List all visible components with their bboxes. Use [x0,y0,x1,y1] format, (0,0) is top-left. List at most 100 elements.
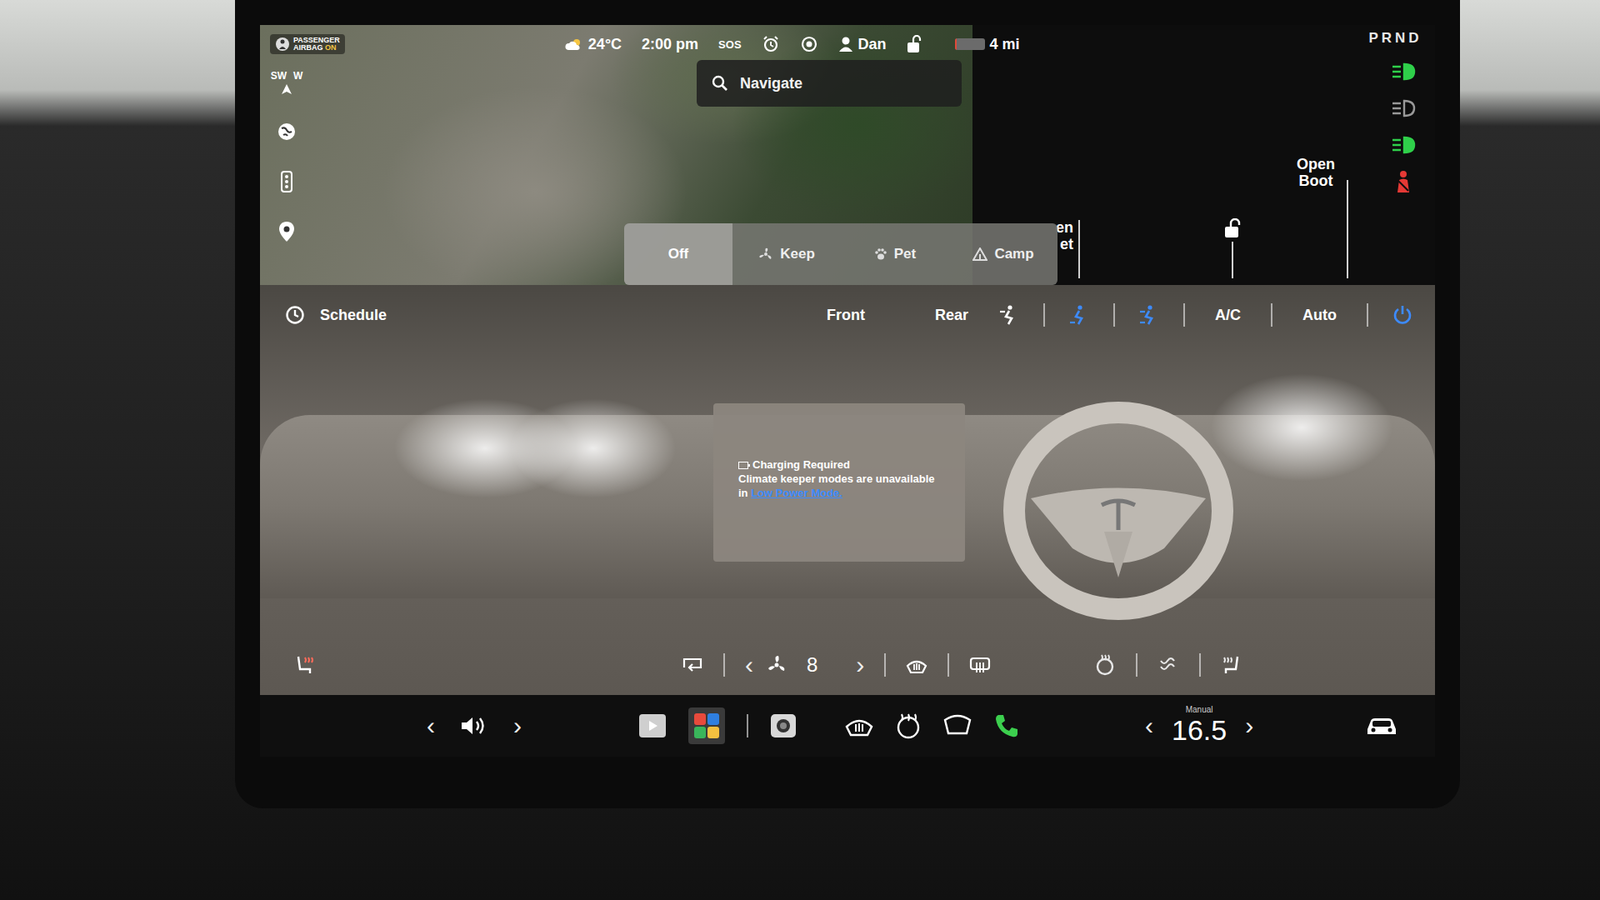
side-lights-icon [1390,135,1416,155]
app-launcher [638,707,1020,745]
climate-controls: Front Rear A/C Auto [820,303,1414,327]
search-icon [711,75,729,92]
cloud-sun-icon [565,37,584,51]
cabin-temperature: ‹ Manual 16.5 › [1145,705,1254,747]
divider [884,653,886,677]
auto-button[interactable]: Auto [1295,306,1344,325]
volume-up[interactable]: › [513,713,522,739]
media-app-icon[interactable] [638,713,667,739]
auto-high-beam-icon [1390,98,1416,119]
person-icon [838,35,854,53]
airbag-icon [275,36,290,52]
weather: 24°C [565,35,622,54]
speaker-icon[interactable] [460,715,489,737]
bonnet-label-line: en [1055,220,1074,237]
divider [1043,303,1045,327]
pin-button[interactable] [273,218,300,245]
indicator [1390,60,1417,84]
headlights-icon [1390,61,1416,82]
climate-keeper-option[interactable]: Pet [840,223,950,285]
fan-decrease[interactable]: ‹ [745,652,754,678]
traffic-button[interactable] [273,168,300,195]
airflow-button[interactable] [998,304,1020,326]
fan-icon [758,247,774,261]
climate-mode: Manual [1185,705,1214,715]
divider [1366,303,1369,327]
temperature-down[interactable]: ‹ [1145,713,1154,739]
sos-indicator[interactable]: SOS [718,38,741,51]
user-profile[interactable]: Dan [838,35,887,54]
wipers-icon[interactable] [895,712,922,740]
gear: R [1381,30,1393,47]
climate-keeper-menu: Off Keep Pet Camp [624,223,1058,285]
sentry-icon[interactable] [800,35,819,54]
airflow-button[interactable] [1068,304,1090,326]
lock-control[interactable] [1223,218,1242,279]
unlock-icon[interactable] [906,35,922,54]
camera-app-icon[interactable] [770,713,797,739]
volume-down[interactable]: ‹ [426,713,435,739]
notice-title: Charging Required [738,458,955,473]
bonnet-control[interactable]: enet [1055,220,1080,279]
battery: 4 mi [955,35,1020,54]
app-tray-button[interactable] [688,707,725,745]
climate-keeper-option[interactable]: Keep [732,223,841,285]
dashboard: SWW Navigate enet OpenBoot PRND PASSENGE… [0,0,1600,900]
airflow-face-feet-icon [1138,304,1160,326]
phone-icon[interactable] [993,712,1020,740]
passenger-seat-heater-icon[interactable] [293,654,315,676]
driver-seat-heater-icon[interactable] [1220,654,1243,676]
ac-button[interactable]: A/C [1208,306,1248,325]
front-defrost-icon[interactable] [845,713,874,739]
battery-meter [955,38,985,50]
fan-speed: ‹ 8 › [745,652,865,678]
airflow-face-icon [998,304,1020,326]
low-power-mode-link[interactable]: Low Power Mode. [750,486,843,500]
zone-button[interactable]: Front [820,306,872,325]
option-label: Off [668,245,690,263]
schedule-button[interactable]: Schedule [285,305,387,325]
satellite-button[interactable] [273,118,300,145]
map-pin-icon [278,220,295,243]
climate-panel: Schedule Front Rear A/C Auto Charging Req… [260,285,1435,695]
tent-icon [972,247,988,261]
battery-fill [955,38,958,50]
app-tray-icon [693,712,720,740]
lock-line [1231,241,1234,279]
boot-line [1346,180,1349,279]
compass-heading: SWW [270,70,304,82]
seatbelt-warning-icon [1392,170,1415,194]
alarm-icon[interactable] [761,35,780,54]
navigate-search[interactable]: Navigate [696,60,962,107]
climate-keeper-option[interactable]: Camp [949,223,1058,285]
power-icon[interactable] [1391,304,1414,326]
gear: N [1395,30,1406,47]
compass[interactable]: SWW [270,70,304,95]
boot-label: OpenBoot [1296,156,1335,190]
clock: 2:00 pm [641,35,699,54]
fan-increase[interactable]: › [855,652,865,678]
zone-button[interactable]: Rear [928,306,975,325]
recirculate-icon[interactable] [681,655,704,675]
airflow-button[interactable] [1138,304,1160,326]
bonnet-label: enet [1055,220,1074,254]
boot-control[interactable]: OpenBoot [1296,180,1349,279]
compass-label: SW [270,70,287,82]
rear-defrost-icon[interactable] [943,713,972,739]
temperature-up[interactable]: › [1245,713,1254,739]
bonnet-label-line: et [1055,236,1074,254]
climate-header: Schedule Front Rear A/C Auto [260,285,1435,340]
front-defrost-icon[interactable] [905,655,928,675]
airflow-glow [1210,373,1394,482]
status-bar: PASSENGER AIRBAG ON 24°C 2:00 pm SOS Dan… [260,25,1435,64]
temperature-value[interactable]: 16.5 [1171,714,1227,747]
car-icon[interactable] [1365,714,1399,738]
indicator [1390,133,1417,157]
divider [1199,653,1201,677]
rear-defrost-icon[interactable] [969,655,991,675]
heated-steering-wheel-icon[interactable] [1094,654,1116,676]
seat-cooling-icon[interactable] [1157,654,1180,676]
touchscreen: SWW Navigate enet OpenBoot PRND PASSENGE… [260,25,1435,757]
indicator [1390,170,1417,194]
climate-keeper-option[interactable]: Off [624,223,733,285]
